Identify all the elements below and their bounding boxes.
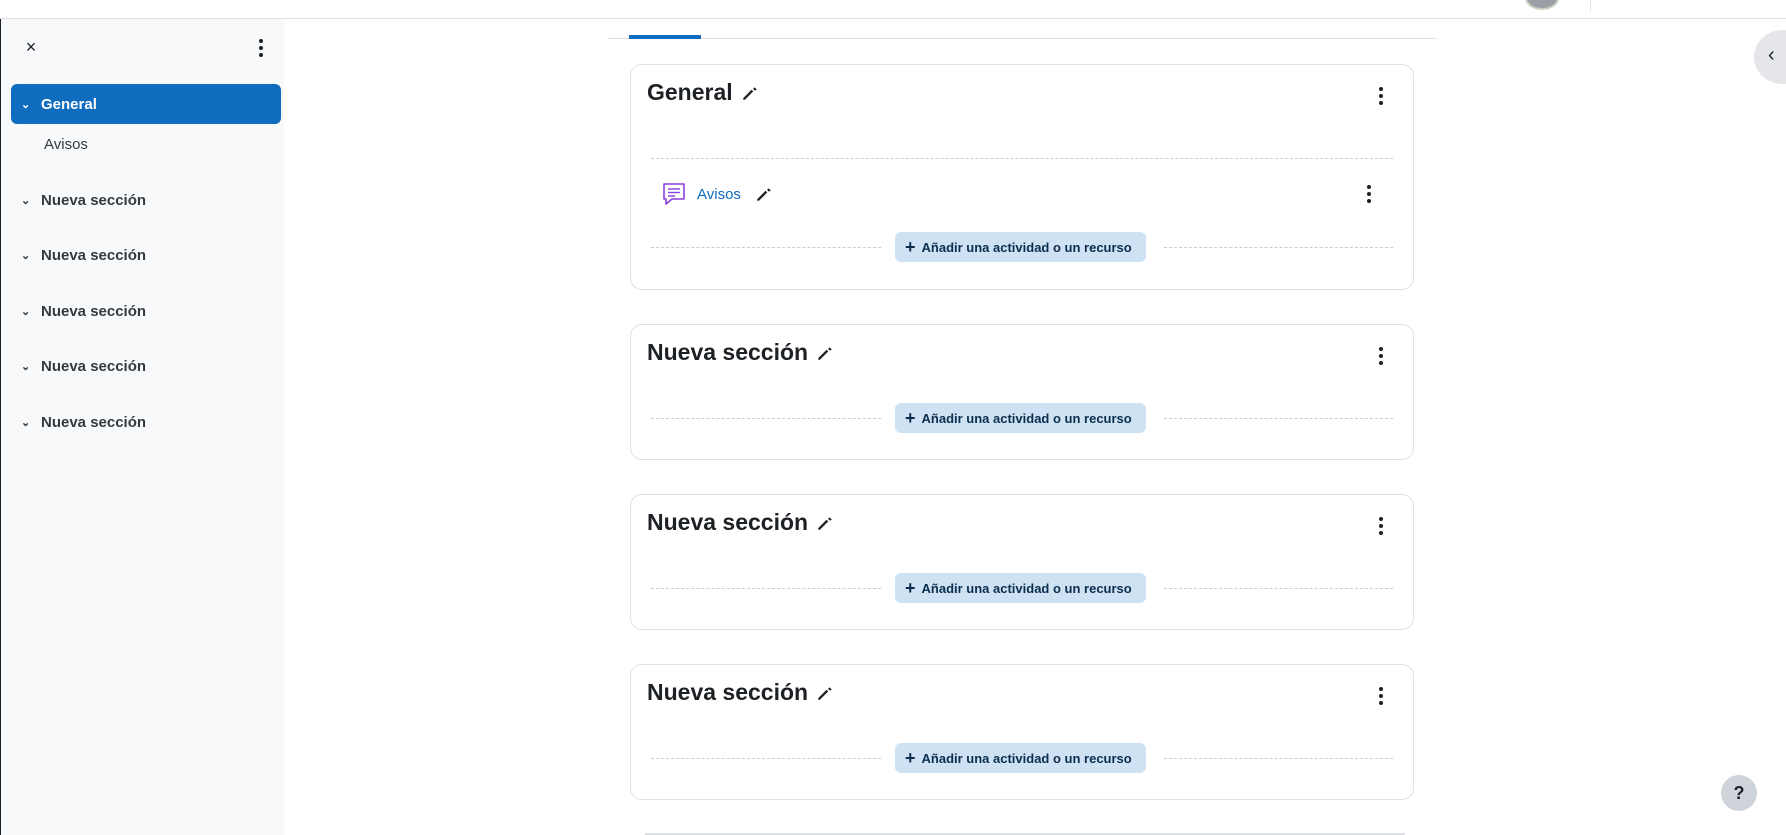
course-index-section-label: General xyxy=(41,95,97,113)
course-section-3: Nueva sección + Añadir una actividad o u… xyxy=(630,664,1414,800)
add-divider-right xyxy=(1164,418,1393,419)
section-menu-button[interactable] xyxy=(1371,85,1391,107)
course-index-section-label: Nueva sección xyxy=(41,357,147,375)
pencil-icon[interactable] xyxy=(816,514,834,532)
forum-icon xyxy=(663,183,685,205)
user-avatar[interactable] xyxy=(1525,0,1559,10)
chevron-down-icon: ⌄ xyxy=(21,305,31,318)
section-menu-button[interactable] xyxy=(1371,685,1391,707)
chevron-down-icon: ⌄ xyxy=(21,360,31,373)
tabs-divider xyxy=(607,38,1437,39)
section-title-text: Nueva sección xyxy=(647,679,809,705)
section-title-text: General xyxy=(647,79,733,105)
section-title: Nueva sección xyxy=(647,339,834,366)
course-index-menu-button[interactable] xyxy=(251,37,271,59)
section-divider xyxy=(651,158,1393,159)
close-icon: × xyxy=(25,37,37,57)
activity-link[interactable]: Avisos xyxy=(697,186,741,203)
chevron-down-icon: ⌄ xyxy=(21,194,31,207)
section-title: Nueva sección xyxy=(647,509,834,536)
plus-icon: + xyxy=(905,237,916,257)
close-drawer-button[interactable]: × xyxy=(21,37,41,57)
pencil-icon[interactable] xyxy=(755,185,773,203)
help-button[interactable]: ? xyxy=(1721,775,1757,811)
course-index-section-5[interactable]: ⌄ Nueva sección xyxy=(11,402,281,442)
course-section-general: General Avisos + Añadir una actividad o … xyxy=(630,64,1414,290)
chevron-left-icon: ‹ xyxy=(1768,44,1775,66)
add-activity-button[interactable]: + Añadir una actividad o un recurso xyxy=(895,573,1146,603)
add-activity-label: Añadir una actividad o un recurso xyxy=(921,750,1132,766)
active-tab-indicator xyxy=(629,35,701,39)
activity-avisos: Avisos xyxy=(661,181,773,207)
course-index-activity-avisos[interactable]: Avisos xyxy=(44,136,88,153)
course-index-section-4[interactable]: ⌄ Nueva sección xyxy=(11,346,281,386)
course-index-section-label: Nueva sección xyxy=(41,302,147,320)
add-activity-button[interactable]: + Añadir una actividad o un recurso xyxy=(895,232,1146,262)
activity-menu-button[interactable] xyxy=(1359,183,1379,205)
top-navbar xyxy=(0,0,1786,19)
course-index-section-label: Nueva sección xyxy=(41,191,147,209)
section-menu-button[interactable] xyxy=(1371,345,1391,367)
section-title-text: Nueva sección xyxy=(647,339,809,365)
pencil-icon[interactable] xyxy=(816,684,834,702)
kebab-icon xyxy=(251,37,271,59)
course-index-drawer: × ⌄ General Avisos ⌄ Nueva sección ⌄ Nue… xyxy=(0,19,284,835)
course-index-section-1[interactable]: ⌄ Nueva sección xyxy=(11,180,281,220)
kebab-icon xyxy=(1371,345,1391,367)
chevron-down-icon: ⌄ xyxy=(21,416,31,429)
open-block-drawer-button[interactable]: ‹ xyxy=(1754,30,1786,84)
plus-icon: + xyxy=(905,578,916,598)
pencil-icon[interactable] xyxy=(816,344,834,362)
kebab-icon xyxy=(1371,685,1391,707)
section-title-text: Nueva sección xyxy=(647,509,809,535)
chevron-down-icon: ⌄ xyxy=(21,98,31,111)
course-index-section-general[interactable]: ⌄ General xyxy=(11,84,281,124)
add-activity-button[interactable]: + Añadir una actividad o un recurso xyxy=(895,743,1146,773)
chevron-down-icon: ⌄ xyxy=(21,249,31,262)
add-activity-label: Añadir una actividad o un recurso xyxy=(921,580,1132,596)
section-menu-button[interactable] xyxy=(1371,515,1391,537)
add-divider-right xyxy=(1164,247,1393,248)
kebab-icon xyxy=(1359,183,1379,205)
add-divider-left xyxy=(651,247,881,248)
add-activity-button[interactable]: + Añadir una actividad o un recurso xyxy=(895,403,1146,433)
course-index-section-3[interactable]: ⌄ Nueva sección xyxy=(11,291,281,331)
add-divider-left xyxy=(651,418,881,419)
course-index-section-label: Nueva sección xyxy=(41,413,147,431)
kebab-icon xyxy=(1371,515,1391,537)
add-activity-label: Añadir una actividad o un recurso xyxy=(921,239,1132,255)
add-divider-left xyxy=(651,758,881,759)
course-index-section-2[interactable]: ⌄ Nueva sección xyxy=(11,235,281,275)
add-divider-left xyxy=(651,588,881,589)
add-activity-label: Añadir una actividad o un recurso xyxy=(921,410,1132,426)
add-divider-right xyxy=(1164,588,1393,589)
plus-icon: + xyxy=(905,748,916,768)
kebab-icon xyxy=(1371,85,1391,107)
section-title: General xyxy=(647,79,759,106)
plus-icon: + xyxy=(905,408,916,428)
course-section-1: Nueva sección + Añadir una actividad o u… xyxy=(630,324,1414,460)
course-section-2: Nueva sección + Añadir una actividad o u… xyxy=(630,494,1414,630)
add-divider-right xyxy=(1164,758,1393,759)
course-index-section-label: Nueva sección xyxy=(41,246,147,264)
pencil-icon[interactable] xyxy=(741,84,759,102)
navbar-divider xyxy=(1590,0,1591,12)
section-title: Nueva sección xyxy=(647,679,834,706)
